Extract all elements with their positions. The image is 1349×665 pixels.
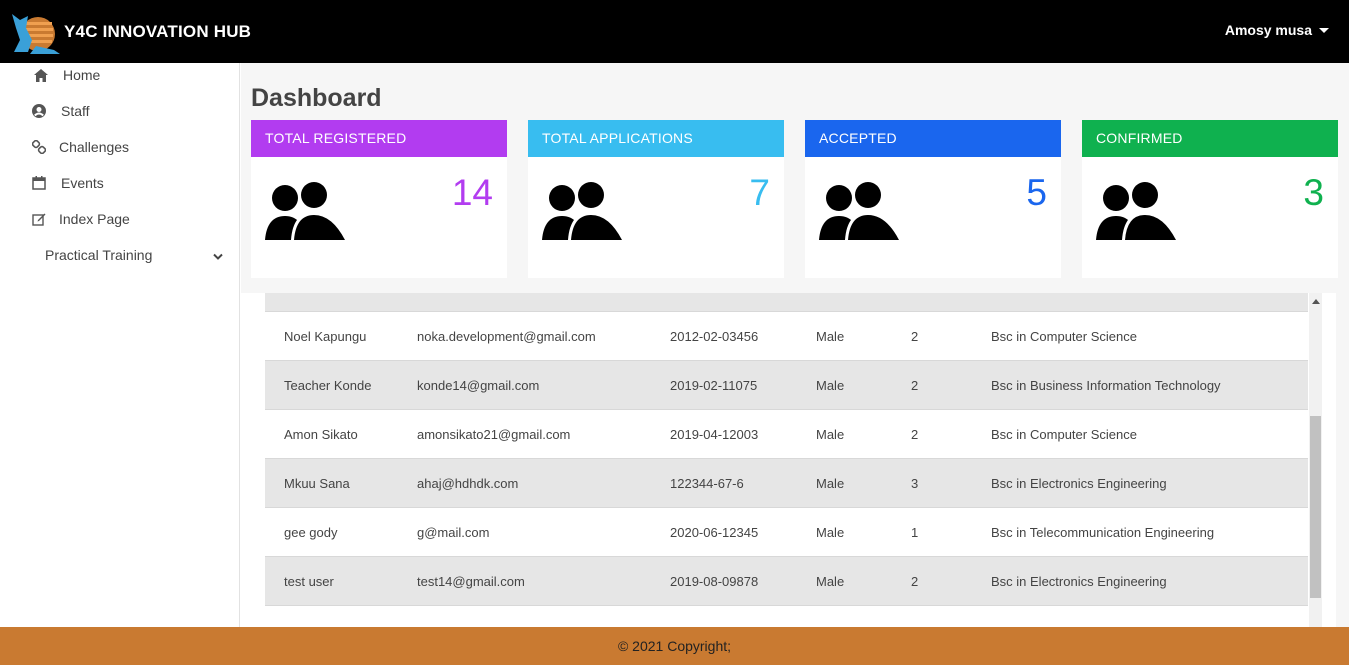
users-icon	[1096, 180, 1176, 242]
sidebar: Home Staff Challenges Events Index Page …	[0, 63, 240, 627]
sidebar-item-label: Home	[63, 67, 101, 83]
cell-name: Amon Sikato	[284, 426, 358, 442]
cell-name: gee gody	[284, 524, 338, 540]
calendar-icon	[31, 175, 47, 191]
applicants-table: Noel Kapungu noka.development@gmail.com …	[265, 293, 1308, 627]
caret-down-icon	[1319, 27, 1329, 33]
scrollbar-thumb[interactable]	[1310, 416, 1321, 598]
cell-year: 3	[911, 475, 919, 491]
cell-email: noka.development@gmail.com	[417, 328, 596, 344]
cell-reg-number: 122344-67-6	[670, 475, 744, 491]
sidebar-item-challenges[interactable]: Challenges	[31, 139, 129, 155]
home-icon	[33, 67, 49, 83]
cell-program: Bsc in Electronics Engineering	[991, 475, 1167, 491]
card-title: TOTAL REGISTERED	[251, 120, 507, 157]
cell-program: Bsc in Telecommunication Engineering	[991, 524, 1215, 540]
card-value: 14	[451, 172, 493, 213]
cell-email: test14@gmail.com	[417, 573, 525, 589]
cell-year: 2	[911, 426, 919, 442]
cell-reg-number: 2012-02-03456	[670, 328, 759, 344]
brand[interactable]: Y4C INNOVATION HUB	[10, 10, 251, 54]
cell-gender: Male	[816, 524, 845, 540]
card-value: 7	[749, 172, 770, 213]
cell-program: Bsc in Computer Science	[991, 328, 1137, 344]
cell-email: g@mail.com	[417, 524, 490, 540]
scroll-up-arrow-icon[interactable]	[1312, 299, 1320, 304]
cell-name: test user	[284, 573, 334, 589]
edit-icon	[31, 211, 47, 227]
cell-gender: Male	[816, 426, 845, 442]
sidebar-item-staff[interactable]: Staff	[31, 103, 90, 119]
stat-card-accepted: ACCEPTED 5	[805, 120, 1061, 278]
brand-logo	[10, 10, 62, 54]
link-icon	[31, 139, 47, 155]
table-row[interactable]: gee gody g@mail.com 2020-06-12345 Male 1…	[265, 508, 1308, 557]
cell-program: Bsc in Business Information Technology	[991, 377, 1221, 393]
footer: © 2021 Copyright;	[0, 627, 1349, 665]
users-icon	[819, 180, 899, 242]
cell-email: amonsikato21@gmail.com	[417, 426, 571, 442]
applicants-table-panel[interactable]: Noel Kapungu noka.development@gmail.com …	[241, 293, 1336, 627]
cell-name: Mkuu Sana	[284, 475, 350, 491]
cell-name: Noel Kapungu	[284, 328, 367, 344]
cell-gender: Male	[816, 328, 845, 344]
cell-gender: Male	[816, 573, 845, 589]
user-name: Amosy musa	[1224, 22, 1312, 38]
card-title: TOTAL APPLICATIONS	[528, 120, 784, 157]
table-scrollbar[interactable]	[1309, 293, 1322, 627]
cell-reg-number: 2019-04-12003	[670, 426, 759, 442]
cell-name: Teacher Konde	[284, 377, 372, 393]
brand-title: Y4C INNOVATION HUB	[64, 21, 252, 41]
table-row[interactable]: Mkuu Sana ahaj@hdhdk.com 122344-67-6 Mal…	[265, 459, 1308, 508]
top-navbar: Y4C INNOVATION HUB Amosy musa	[0, 0, 1349, 63]
user-circle-icon	[31, 103, 47, 119]
sidebar-item-label: Practical Training	[45, 247, 153, 263]
table-row-partial	[265, 606, 1308, 627]
stat-card-confirmed: CONFIRMED 3	[1082, 120, 1338, 278]
cell-gender: Male	[816, 377, 845, 393]
users-icon	[265, 180, 345, 242]
card-title: ACCEPTED	[805, 120, 1061, 157]
card-title: CONFIRMED	[1082, 120, 1338, 157]
card-value: 3	[1303, 172, 1324, 213]
sidebar-item-index-page[interactable]: Index Page	[31, 211, 130, 227]
cell-year: 2	[911, 377, 919, 393]
table-row-partial	[265, 293, 1308, 312]
cell-program: Bsc in Electronics Engineering	[991, 573, 1167, 589]
sidebar-item-label: Challenges	[59, 139, 130, 155]
cell-email: konde14@gmail.com	[417, 377, 540, 393]
sidebar-item-label: Index Page	[59, 211, 130, 227]
table-row[interactable]: test user test14@gmail.com 2019-08-09878…	[265, 557, 1308, 606]
table-row[interactable]: Amon Sikato amonsikato21@gmail.com 2019-…	[265, 410, 1308, 459]
cell-year: 2	[911, 573, 919, 589]
footer-copyright: © 2021 Copyright;	[617, 638, 732, 654]
card-value: 5	[1026, 172, 1047, 213]
cell-reg-number: 2019-02-11075	[670, 377, 758, 393]
cell-reg-number: 2019-08-09878	[670, 573, 759, 589]
sidebar-item-label: Staff	[61, 103, 90, 119]
page-title: Dashboard	[251, 84, 382, 112]
cell-year: 1	[911, 524, 919, 540]
sidebar-item-label: Events	[61, 175, 104, 191]
user-menu[interactable]: Amosy musa	[1225, 22, 1329, 38]
sidebar-item-events[interactable]: Events	[31, 175, 104, 191]
cell-program: Bsc in Computer Science	[991, 426, 1137, 442]
sidebar-item-practical-training[interactable]: Practical Training	[45, 247, 152, 263]
users-icon	[542, 180, 622, 242]
main-content: Dashboard TOTAL REGISTERED 14 TOTAL APPL…	[241, 63, 1349, 627]
chevron-down-icon[interactable]	[213, 248, 223, 266]
sidebar-item-home[interactable]: Home	[33, 67, 100, 83]
cell-gender: Male	[816, 475, 845, 491]
stat-card-total-applications: TOTAL APPLICATIONS 7	[528, 120, 784, 278]
cell-reg-number: 2020-06-12345	[670, 524, 759, 540]
cell-year: 2	[911, 328, 919, 344]
table-row[interactable]: Teacher Konde konde14@gmail.com 2019-02-…	[265, 361, 1308, 410]
table-row[interactable]: Noel Kapungu noka.development@gmail.com …	[265, 312, 1308, 361]
stat-card-total-registered: TOTAL REGISTERED 14	[251, 120, 507, 278]
cell-email: ahaj@hdhdk.com	[417, 475, 519, 491]
